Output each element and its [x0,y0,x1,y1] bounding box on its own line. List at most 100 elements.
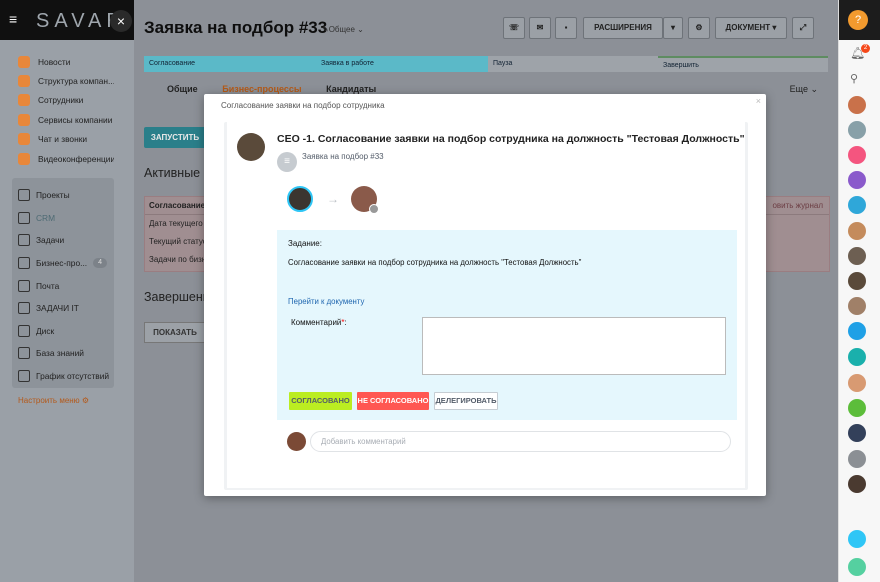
search-icon[interactable]: ⚲ [850,72,858,85]
stage-1[interactable]: Согласование [144,56,316,72]
menu-item-disk[interactable]: Диск [12,320,114,343]
configure-menu-link[interactable]: Настроить меню ⚙ [18,396,89,405]
document-icon: ≡ [277,152,297,172]
menu-item-crm[interactable]: CRM [12,207,114,230]
reject-button[interactable]: НЕ СОГЛАСОВАНО [357,392,429,410]
task-description: Согласование заявки на подбор сотрудника… [288,258,582,267]
menu-item-chat[interactable]: Чат и звонки [12,130,114,149]
exit-icon[interactable] [848,530,866,548]
left-header: ≡ SAVAR × [0,0,134,40]
document-link[interactable]: Заявка на подбор #33 [302,152,384,161]
comment-label: Комментарий*: [291,318,347,327]
expand-button[interactable]: ⤢ [792,17,814,39]
extensions-button[interactable]: РАСШИРЕНИЯ [583,17,663,39]
news-icon [18,55,30,68]
menu-item-video[interactable]: Видеоконференции [12,149,114,168]
menu-item-absence[interactable]: График отсутствий [12,365,114,388]
run-button[interactable]: ЗАПУСТИТЬ [144,127,206,148]
tab-general[interactable]: Общие [167,84,198,94]
settings-button[interactable]: ⚙ [688,17,710,39]
goto-document-link[interactable]: Перейти к документу [288,297,364,306]
video-icon [18,152,30,165]
more-button[interactable]: Еще ⌄ [790,84,818,95]
author-avatar[interactable] [237,133,265,161]
chat-icon: ▪ [564,23,568,32]
avatar[interactable] [848,374,866,392]
comment-textarea[interactable] [422,317,726,375]
hamburger-icon[interactable]: ≡ [9,12,25,26]
gear-icon: ⚙ [81,396,90,405]
tab-bp[interactable]: Бизнес-процессы [222,84,301,94]
stage-3[interactable]: Пауза [488,56,658,72]
close-icon[interactable]: × [756,96,761,106]
menu-group-2: Проекты CRM Задачи Бизнес-про... 4 Почта … [12,178,114,388]
delegate-button[interactable]: ДЕЛЕГИРОВАТЬ [434,392,498,410]
avatar[interactable] [848,475,866,493]
tabs: Общие Бизнес-процессы Кандидаты [167,84,398,94]
arrow-right-icon: → [327,192,339,206]
bp-icon [18,257,30,270]
notes-icon[interactable] [848,399,866,417]
pencil-icon: ✎ [322,25,329,34]
task-heading: CEO -1. Согласование заявки на подбор со… [277,133,745,145]
menu-item-projects[interactable]: Проекты [12,184,114,207]
status-dot-icon [369,204,379,214]
lock-icon[interactable] [848,171,866,189]
stage-2[interactable]: Заявка в работе [316,56,488,72]
close-icon[interactable]: × [110,10,132,32]
task-card: CEO -1. Согласование заявки на подбор со… [227,122,745,488]
menu-item-employees[interactable]: Сотрудники [12,91,114,110]
avatar[interactable] [848,121,866,139]
menu-item-structure[interactable]: Структура компан... [12,71,114,90]
show-button[interactable]: ПОКАЗАТЬ [144,322,206,343]
journal-link[interactable]: овить журнал [772,197,823,215]
avatar[interactable] [848,424,866,442]
video-icon[interactable] [848,322,866,340]
avatar[interactable] [848,96,866,114]
approve-button[interactable]: СОГЛАСОВАНО [289,392,352,410]
active-heading: Активные б [144,166,211,180]
employees-icon [18,94,30,107]
phone-button[interactable]: ☏ [503,17,525,39]
stage-4[interactable]: Завершить [658,56,828,72]
avatar[interactable] [848,297,866,315]
help-icon[interactable]: ? [848,10,868,30]
menu-item-kb[interactable]: База знаний [12,342,114,365]
phone-icon[interactable] [848,558,866,576]
menu-item-bp[interactable]: Бизнес-про... 4 [12,252,114,275]
avatar[interactable] [848,247,866,265]
avatar[interactable] [848,450,866,468]
menu-item-it-tasks[interactable]: ЗАДАЧИ IT [12,297,114,320]
menu-item-tasks[interactable]: Задачи [12,229,114,252]
avatar[interactable] [848,272,866,290]
document-button[interactable]: ДОКУМЕНТ ▾ [715,17,787,39]
menu-item-news[interactable]: Новости [12,52,114,71]
phone-icon: ☏ [508,23,519,32]
chevron-down-icon: ⌄ [357,25,364,34]
extensions-dropdown[interactable]: ▾ [663,17,683,39]
chat-button[interactable]: ▪ [555,17,577,39]
disk-icon [18,324,30,337]
task-panel: Задание: Согласование заявки на подбор с… [277,230,737,420]
group-icon[interactable] [848,196,866,214]
structure-icon [18,75,30,88]
current-user-avatar[interactable] [287,186,313,212]
avatar[interactable] [848,222,866,240]
lock-icon[interactable] [848,146,866,164]
bp-badge: 4 [93,258,108,269]
mail-icon: ✉ [536,23,544,32]
menu-item-services[interactable]: Сервисы компании [12,110,114,129]
category-label[interactable]: ✎Общее ⌄ [322,25,364,34]
menu-group-1: Новости Структура компан... Сотрудники С… [12,52,114,168]
dialog-title: Согласование заявки на подбор сотрудника [221,101,385,110]
tasks-icon [18,234,30,247]
page-title: Заявка на подбор #33 [144,18,328,37]
services-icon [18,113,30,126]
left-menu: ≡ SAVAR × Новости Структура компан... Со… [0,0,134,582]
tab-candidates[interactable]: Кандидаты [326,84,376,94]
projects-icon [18,189,30,202]
add-comment-input[interactable]: Добавить комментарий [310,431,731,452]
calendar-icon[interactable] [848,348,866,366]
mail-button[interactable]: ✉ [529,17,551,39]
menu-item-mail[interactable]: Почта [12,274,114,297]
